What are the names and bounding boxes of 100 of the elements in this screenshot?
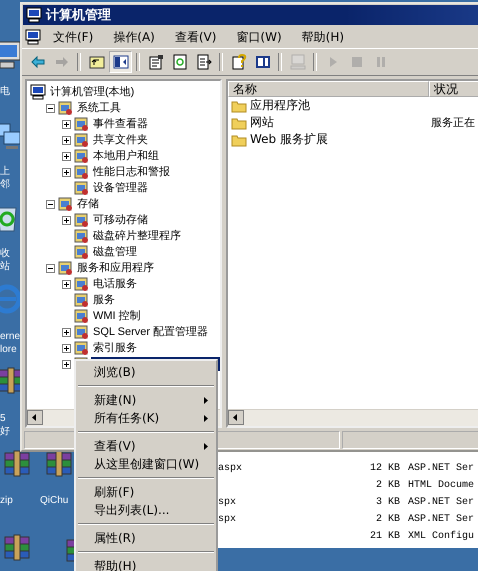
menu-item[interactable]: 导出列表(L)... — [76, 501, 216, 519]
menu-item[interactable]: 新建(N) — [76, 391, 216, 409]
expand-toggle[interactable] — [62, 152, 71, 160]
show-tree-button[interactable] — [109, 51, 132, 73]
desktop-icon-label[interactable]: zip — [0, 494, 13, 507]
books-icon — [2, 449, 32, 479]
app-icon — [73, 324, 89, 340]
app-icon — [73, 292, 89, 308]
app-icon — [73, 148, 89, 164]
menu-item[interactable]: 刷新(F) — [76, 483, 216, 501]
file-name: spx — [217, 514, 238, 525]
expand-toggle[interactable] — [62, 328, 71, 336]
expand-toggle[interactable] — [62, 136, 71, 144]
desktop-icon-label[interactable]: erne lore — [0, 330, 20, 356]
tree-item[interactable]: SQL Server 配置管理器 — [91, 325, 210, 339]
expand-toggle[interactable] — [62, 344, 71, 352]
folder-up-icon — [88, 54, 104, 70]
expand-toggle[interactable] — [62, 168, 71, 176]
tree-item[interactable]: 磁盘碎片整理程序 — [91, 229, 183, 243]
folder-icon — [231, 132, 247, 146]
list-item[interactable]: Web 服务扩展 — [250, 131, 328, 148]
file-type: HTML Docume — [407, 480, 474, 491]
arrow-left-icon — [30, 54, 46, 70]
tree-item[interactable]: 磁盘管理 — [91, 245, 139, 259]
split-pane-icon — [112, 54, 128, 70]
file-size: 3 KB — [374, 497, 400, 508]
tree-item[interactable]: 事件查看器 — [91, 117, 150, 131]
books-icon — [2, 533, 32, 563]
column-header[interactable]: 名称 — [228, 81, 429, 97]
tree-item[interactable]: 共享文件夹 — [91, 133, 150, 147]
file-type: ASP.NET Ser — [407, 514, 474, 525]
app-icon — [73, 164, 89, 180]
folder-icon — [231, 116, 247, 130]
horizontal-scrollbar[interactable] — [228, 409, 478, 426]
file-type: ASP.NET Ser — [407, 497, 474, 508]
app-icon — [73, 340, 89, 356]
file-type: ASP.NET Ser — [407, 463, 474, 474]
app-icon — [57, 196, 73, 212]
app-icon — [57, 260, 73, 276]
desktop-icon-label[interactable]: 5好 — [0, 412, 10, 438]
tree-item[interactable]: 性能日志和警报 — [91, 165, 172, 179]
tree-item[interactable]: 本地用户和组 — [91, 149, 161, 163]
file-size: 21 KB — [368, 531, 400, 542]
scroll-left-icon — [228, 410, 244, 425]
app-icon — [73, 132, 89, 148]
app-icon — [73, 308, 89, 324]
computer-icon — [290, 54, 306, 70]
desktop-icon-label[interactable]: 上邻 — [0, 165, 10, 191]
file-size: 2 KB — [374, 514, 400, 525]
computer-icon — [30, 84, 46, 100]
tree-item[interactable]: 计算机管理(本地) — [48, 85, 136, 99]
tree-item[interactable]: 索引服务 — [91, 341, 139, 355]
panel-icon — [254, 54, 270, 70]
tree-item[interactable]: 系统工具 — [75, 101, 123, 115]
app-icon — [73, 276, 89, 292]
tree-item[interactable]: 服务和应用程序 — [75, 261, 156, 275]
file-name: aspx — [217, 463, 244, 474]
desktop-icon-label[interactable]: 收站 — [0, 247, 10, 273]
desktop-icon-label[interactable]: QiChu — [40, 494, 68, 507]
tree-item[interactable]: 可移动存储 — [91, 213, 150, 227]
expand-toggle[interactable] — [62, 360, 71, 368]
menu-item[interactable]: 帮助(H) — [76, 557, 216, 571]
tree-item[interactable]: 电话服务 — [91, 277, 139, 291]
collapse-toggle[interactable] — [46, 200, 55, 208]
app-icon — [73, 116, 89, 132]
expand-toggle[interactable] — [62, 280, 71, 288]
tree-item[interactable]: 设备管理器 — [91, 181, 150, 195]
column-header[interactable]: 状况 — [429, 81, 478, 97]
window-title: 计算机管理 — [46, 7, 111, 24]
tree-item[interactable]: WMI 控制 — [91, 309, 143, 323]
status-text: 服务正在 — [430, 115, 475, 130]
books-icon — [44, 449, 74, 479]
menu-item[interactable]: 查看(V) — [76, 437, 216, 455]
menu-item[interactable]: 查看(V) — [166, 28, 224, 46]
list-item[interactable]: 网站 — [250, 114, 274, 131]
app-icon — [73, 212, 89, 228]
collapse-toggle[interactable] — [46, 104, 55, 112]
desktop-icon-label[interactable]: 电 — [0, 85, 10, 98]
app-icon — [73, 180, 89, 196]
menu-item[interactable]: 从这里创建窗口(W) — [76, 455, 216, 473]
expand-toggle[interactable] — [62, 120, 71, 128]
menu-item[interactable]: 所有任务(K) — [76, 409, 216, 427]
menu-item[interactable]: 属性(R) — [76, 529, 216, 547]
list-item[interactable]: 应用程序池 — [250, 97, 310, 114]
collapse-toggle[interactable] — [46, 264, 55, 272]
tree-item[interactable]: 存储 — [75, 197, 101, 211]
menu-item[interactable]: 窗口(W) — [228, 28, 290, 46]
expand-toggle[interactable] — [62, 216, 71, 224]
file-type: XML Configu — [407, 531, 474, 542]
menu-item[interactable]: 帮助(H) — [294, 28, 352, 46]
help-icon — [230, 54, 246, 70]
tree-item[interactable]: 服务 — [91, 293, 117, 307]
app-icon — [73, 228, 89, 244]
computer-icon — [25, 29, 41, 45]
menu-item[interactable]: 浏览(B) — [76, 363, 216, 381]
refresh-icon — [172, 54, 188, 70]
arrow-right-icon — [54, 54, 70, 70]
menu-item[interactable]: 操作(A) — [105, 28, 163, 46]
menu-item[interactable]: 文件(F) — [45, 28, 102, 46]
computer-icon — [26, 7, 42, 23]
